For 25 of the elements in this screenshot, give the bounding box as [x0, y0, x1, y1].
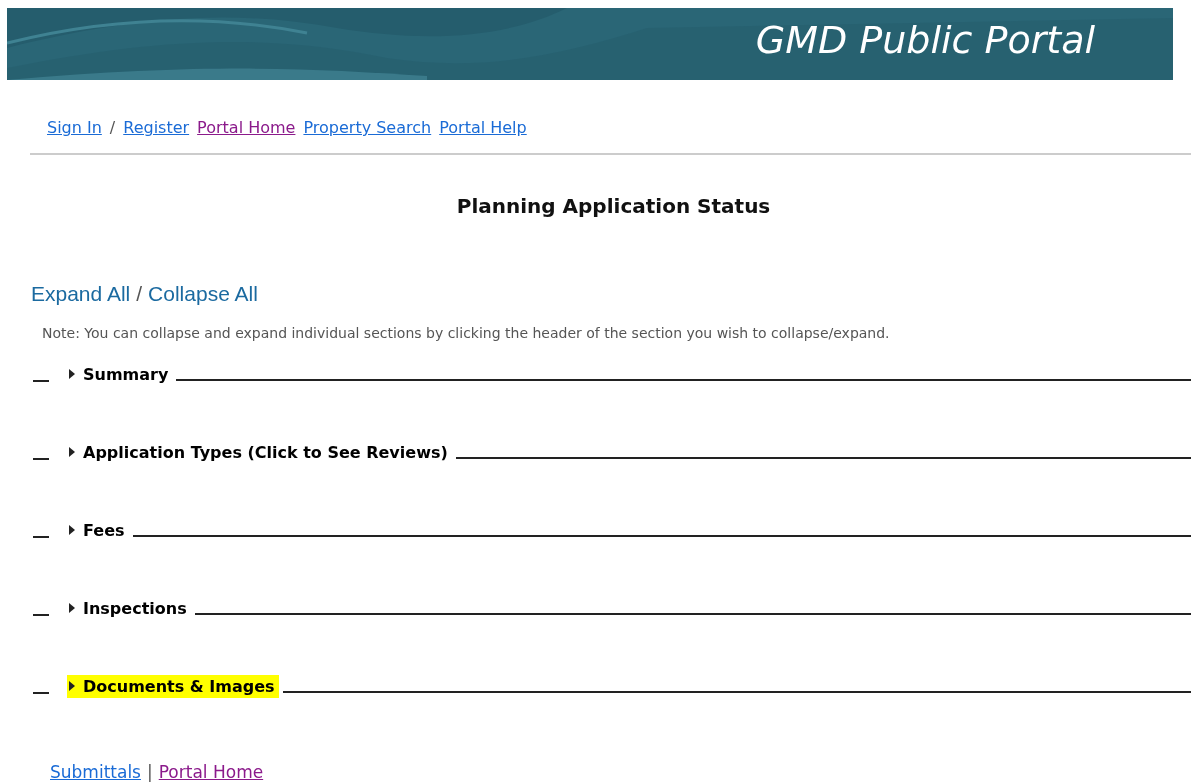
separator: |	[146, 762, 153, 782]
nav-link[interactable]: Portal Home	[197, 118, 296, 137]
nav-link[interactable]: Portal Help	[439, 118, 527, 137]
section-header[interactable]: Fees	[67, 518, 129, 542]
footer-link[interactable]: Submittals	[50, 762, 141, 782]
section-header[interactable]: Documents & Images	[67, 674, 279, 698]
separator: /	[136, 282, 143, 306]
caret-icon	[69, 369, 75, 379]
nav-link[interactable]: Register	[123, 118, 190, 137]
separator: /	[109, 118, 116, 137]
section-header[interactable]: Inspections	[67, 596, 191, 620]
caret-icon	[69, 603, 75, 613]
toggle-link[interactable]: Expand All	[31, 282, 131, 306]
caret-icon	[69, 681, 75, 691]
page-title: Planning Application Status	[455, 194, 772, 218]
footer-link[interactable]: Portal Home	[158, 762, 264, 782]
caret-icon	[69, 525, 75, 535]
section-header[interactable]: Application Types (Click to See Reviews)	[67, 440, 452, 464]
portal-title: GMD Public Portal	[755, 17, 1095, 63]
nav-link[interactable]: Property Search	[303, 118, 432, 137]
caret-icon	[69, 447, 75, 457]
section-header[interactable]: Summary	[67, 362, 173, 386]
toggle-link[interactable]: Collapse All	[148, 282, 258, 306]
nav-link[interactable]: Sign In	[47, 118, 102, 137]
note-text: Note: You can collapse and expand individual sections by clicking the header of the section you wish to collapse/expand.	[42, 325, 891, 341]
